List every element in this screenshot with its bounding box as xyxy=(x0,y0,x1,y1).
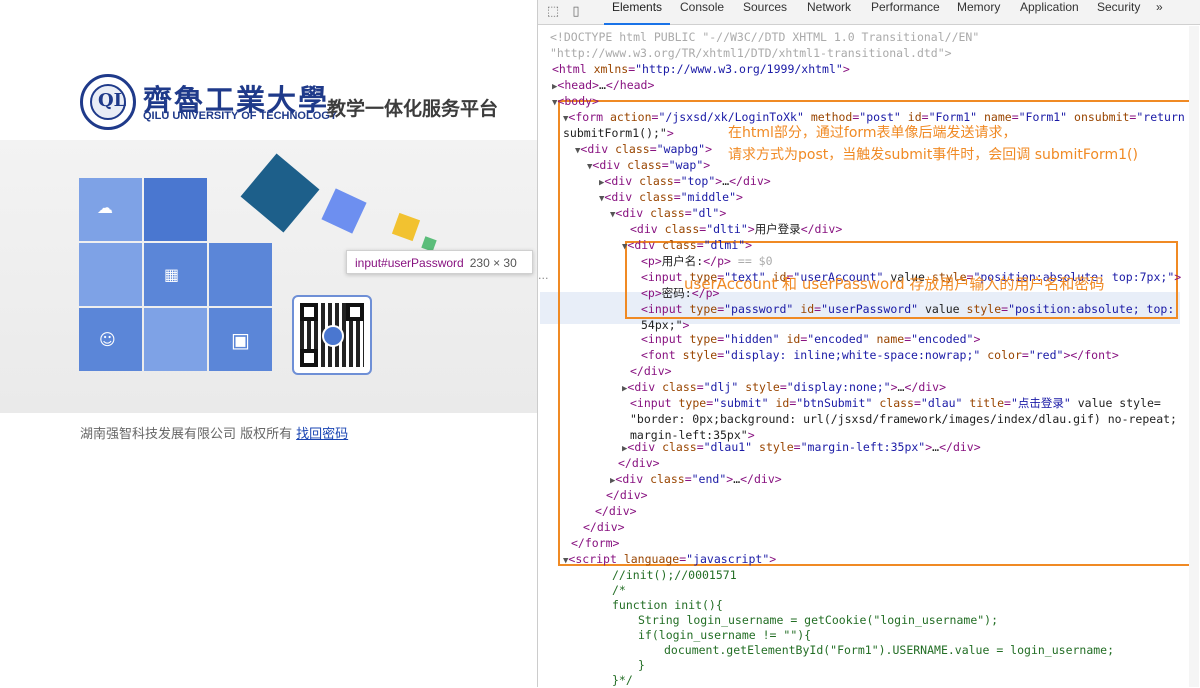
dom-node-line[interactable]: ▶<div class="top">…</div> xyxy=(599,173,771,189)
dom-node-line[interactable]: ▶<div class="end">…</div> xyxy=(610,471,782,487)
tab-network[interactable]: Network xyxy=(807,0,851,25)
tab-application[interactable]: Application xyxy=(1020,0,1079,25)
dom-node-line[interactable]: ▼<body> xyxy=(552,93,599,109)
dom-node-line[interactable]: ▶<div class="dlj" style="display:none;">… xyxy=(622,379,946,395)
qr-logo-icon xyxy=(322,325,344,347)
dom-node-line[interactable]: submitForm1();"> xyxy=(563,125,674,141)
scrollbar[interactable] xyxy=(1189,26,1199,687)
annotation-text: userAccount 和 userPassword 存放用户输入的用户名和密码 xyxy=(684,275,1105,293)
dom-node-line[interactable]: /* xyxy=(612,582,626,598)
logo-english-name: QILU UNIVERSITY OF TECHNOLOGY xyxy=(143,110,338,122)
emblem-letters: QL xyxy=(98,90,127,111)
dom-node-line[interactable]: <html xmlns="http://www.w3.org/1999/xhtm… xyxy=(552,61,850,77)
devtools-panel: ⬚ ▯ Elements Console Sources Network Per… xyxy=(538,0,1200,687)
tile-reading[interactable]: ☁ xyxy=(79,178,142,241)
devtools-tabbar: ⬚ ▯ Elements Console Sources Network Per… xyxy=(538,0,1200,25)
dom-node-line[interactable]: <font style="display: inline;white-space… xyxy=(641,347,1119,363)
dom-node-line[interactable]: //init();//0001571 xyxy=(612,567,737,583)
dom-node-line[interactable]: }*/ xyxy=(612,672,633,688)
dom-node-line[interactable]: ▶<div class="dlau1" style="margin-left:3… xyxy=(622,439,981,455)
tile-apps[interactable]: ▣ xyxy=(209,308,272,371)
more-tabs-icon[interactable]: » xyxy=(1156,0,1163,25)
dom-node-line[interactable]: "border: 0px;background: url(/jsxsd/fram… xyxy=(630,411,1177,427)
dom-node-line[interactable]: </div> xyxy=(606,487,648,503)
tile-blank-3 xyxy=(209,243,272,306)
inspect-tooltip: input#userPassword 230 × 30 xyxy=(346,250,533,274)
dom-node-line[interactable]: </div> xyxy=(583,519,625,535)
tab-performance[interactable]: Performance xyxy=(871,0,940,25)
dom-node-line[interactable]: function init(){ xyxy=(612,597,723,613)
recover-password-link[interactable]: 找回密码 xyxy=(296,427,348,442)
dom-node-line[interactable]: <p>用户名:</p> == $0 xyxy=(641,253,773,269)
device-toolbar-icon[interactable]: ▯ xyxy=(568,4,584,20)
platform-slogan: 教学一体化服务平台 xyxy=(327,98,499,120)
tile-chat[interactable]: ☺ xyxy=(79,308,142,371)
dom-node-line[interactable]: <div class="dlti">用户登录</div> xyxy=(630,221,842,237)
dom-node-line[interactable]: </div> xyxy=(595,503,637,519)
tile-blank-1 xyxy=(144,178,207,241)
tab-memory[interactable]: Memory xyxy=(957,0,1000,25)
chat-bubble-icon: ☺ xyxy=(99,330,116,349)
tooltip-selector: input#userPassword xyxy=(355,256,464,270)
dom-node-line[interactable]: </div> xyxy=(618,455,660,471)
row-options-icon[interactable]: ··· xyxy=(538,272,549,285)
tab-security[interactable]: Security xyxy=(1097,0,1140,25)
dom-node-line[interactable]: ▼<div class="wap"> xyxy=(587,157,710,173)
grid-icon: ▣ xyxy=(231,328,250,352)
elements-tree: ··· <!DOCTYPE html PUBLIC "-//W3C//DTD X… xyxy=(538,26,1200,687)
news-icon: ▦ xyxy=(164,265,180,284)
dom-node-line[interactable]: <input type="submit" id="btnSubmit" clas… xyxy=(630,395,1161,411)
dom-node-line[interactable]: document.getElementById("Form1").USERNAM… xyxy=(664,642,1114,658)
tab-console[interactable]: Console xyxy=(680,0,724,25)
dom-node-line[interactable]: String login_username = getCookie("login… xyxy=(638,612,998,628)
annotation-text: 请求方式为post，当触发submit事件时，会回调 submitForm1() xyxy=(728,147,1138,163)
dom-node-line[interactable]: <input type="hidden" id="encoded" name="… xyxy=(641,331,980,347)
dom-node-line[interactable]: "http://www.w3.org/TR/xhtml1/DTD/xhtml1-… xyxy=(550,45,952,61)
web-page-pane: QL 齊魯工業大學 QILU UNIVERSITY OF TECHNOLOGY … xyxy=(0,0,537,687)
dom-node-line[interactable]: <!DOCTYPE html PUBLIC "-//W3C//DTD XHTML… xyxy=(550,29,979,45)
qr-corner xyxy=(300,303,318,321)
qr-corner xyxy=(300,349,318,367)
tab-elements[interactable]: Elements xyxy=(604,0,671,25)
university-emblem-icon: QL xyxy=(80,74,136,130)
dom-node-line[interactable]: ▼<div class="wapbg"> xyxy=(575,141,712,157)
tile-blank-4 xyxy=(144,308,207,371)
qr-corner xyxy=(346,303,364,321)
dom-node-line[interactable]: ▼<div class="dl"> xyxy=(610,205,726,221)
cloud-book-icon: ☁ xyxy=(97,198,113,217)
dom-node-line[interactable]: if(login_username != ""){ xyxy=(638,627,811,643)
dom-node-line[interactable]: </form> xyxy=(571,535,619,551)
footer: 湖南强智科技发展有限公司 版权所有 找回密码 xyxy=(80,423,348,442)
dom-node-line[interactable]: ▶<head>…</head> xyxy=(552,77,654,93)
tab-sources[interactable]: Sources xyxy=(743,0,787,25)
tile-blank-2 xyxy=(79,243,142,306)
inspect-element-icon[interactable]: ⬚ xyxy=(545,4,561,20)
qr-code xyxy=(292,295,372,375)
tooltip-size: 230 × 30 xyxy=(469,256,517,270)
dom-node-line[interactable]: </div> xyxy=(630,363,672,379)
annotation-text: 在html部分，通过form表单像后端发送请求， xyxy=(728,125,1017,141)
tile-news[interactable]: ▦ xyxy=(144,243,207,306)
copyright-text: 湖南强智科技发展有限公司 版权所有 xyxy=(80,427,293,442)
dom-node-line[interactable]: ▼<script language="javascript"> xyxy=(563,551,776,567)
dom-node-line[interactable]: ▼<div class="dlmi"> xyxy=(622,237,752,253)
dom-node-line[interactable]: <input type="password" id="userPassword"… xyxy=(641,301,1174,317)
dom-node-line[interactable]: ▼<div class="middle"> xyxy=(599,189,743,205)
dom-node-line[interactable]: } xyxy=(638,657,645,673)
